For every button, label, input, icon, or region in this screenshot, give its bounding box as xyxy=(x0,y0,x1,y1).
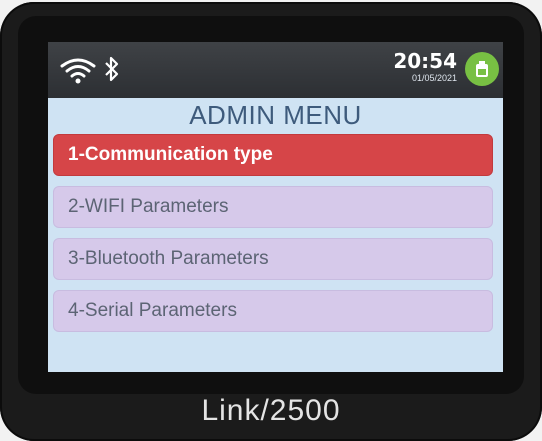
bluetooth-icon xyxy=(105,56,119,82)
menu-item-label: 3-Bluetooth Parameters xyxy=(68,248,269,269)
clock: 20:54 01/05/2021 xyxy=(393,50,457,84)
wifi-icon xyxy=(60,58,96,84)
menu-item-label: 4-Serial Parameters xyxy=(68,300,237,321)
battery-glyph-icon xyxy=(476,61,488,77)
menu-item-bluetooth-parameters[interactable]: 3-Bluetooth Parameters xyxy=(53,238,493,280)
menu-item-communication-type[interactable]: 1-Communication type xyxy=(53,134,493,176)
device-frame: 20:54 01/05/2021 ADMIN MENU 1-Communicat… xyxy=(0,2,542,441)
menu-item-label: 2-WIFI Parameters xyxy=(68,196,229,217)
battery-icon xyxy=(465,52,499,86)
screen: 20:54 01/05/2021 ADMIN MENU 1-Communicat… xyxy=(48,42,503,372)
clock-date: 01/05/2021 xyxy=(411,73,457,83)
menu-item-wifi-parameters[interactable]: 2-WIFI Parameters xyxy=(53,186,493,228)
menu-item-serial-parameters[interactable]: 4-Serial Parameters xyxy=(53,290,493,332)
menu-title: ADMIN MENU xyxy=(189,100,362,130)
menu-item-label: 1-Communication type xyxy=(68,144,273,165)
status-bar: 20:54 01/05/2021 xyxy=(48,42,503,98)
device-brand-label: Link/2500 xyxy=(201,394,341,427)
clock-time: 20:54 xyxy=(393,49,457,73)
